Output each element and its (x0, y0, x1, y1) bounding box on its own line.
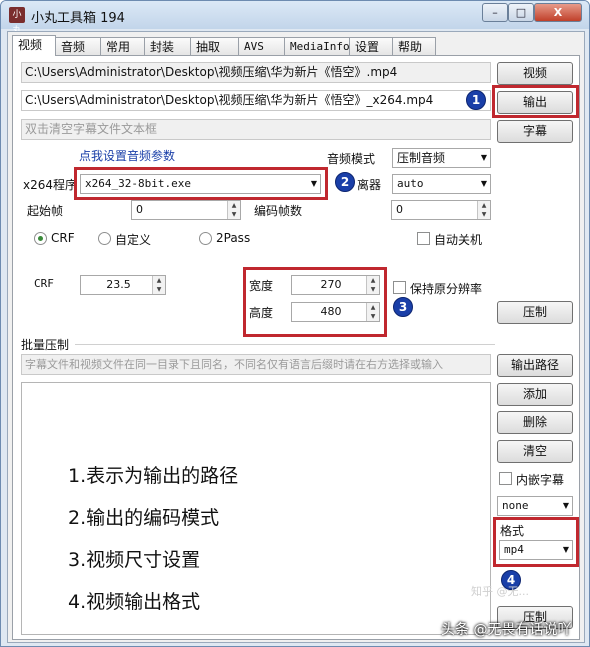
mode-custom-radio[interactable] (98, 232, 111, 245)
chevron-down-icon: ▼ (480, 179, 487, 188)
highlight-box-size (243, 267, 387, 337)
note-2: 2.输出的编码模式 (68, 507, 220, 529)
highlight-box-encoder (74, 167, 328, 200)
output-file-field[interactable]: C:\Users\Administrator\Desktop\视频压缩\华为新片… (21, 90, 491, 111)
crf-value: 23.5 (106, 278, 131, 291)
client-area: 视频 音频 常用 封装 抽取 AVS MediaInfo 设置 帮助 C:\Us… (7, 31, 585, 643)
note-4: 4.视频输出格式 (68, 591, 201, 613)
note-1: 1.表示为输出的路径 (68, 465, 239, 487)
mode-2pass-radio[interactable] (199, 232, 212, 245)
badge-1: 1 (466, 90, 486, 110)
tab-avs[interactable]: AVS (238, 37, 285, 56)
embed-subtitle-label: 内嵌字幕 (516, 473, 565, 487)
batch-hint-field[interactable]: 字幕文件和视频文件在同一目录下且同名，不同名仅有语言后缀时请在右方选择或输入 (21, 354, 491, 375)
start-frame-value: 0 (136, 203, 143, 216)
batch-group-title: 批量压制 (21, 338, 70, 352)
mode-crf-radio[interactable] (34, 232, 47, 245)
tab-video[interactable]: 视频 (12, 35, 56, 56)
badge-3: 3 (393, 297, 413, 317)
subtitle-file-field[interactable]: 双击清空字幕文件文本框 (21, 119, 491, 140)
window-title: 小丸工具箱 194 (31, 11, 125, 26)
output-path-button[interactable]: 输出路径 (497, 354, 573, 377)
subtitle-lang-value: none (502, 499, 529, 512)
mode-2pass-label: 2Pass (216, 231, 251, 245)
frame-count-value: 0 (396, 203, 403, 216)
splitter-value: auto (397, 177, 424, 190)
tab-audio[interactable]: 音频 (55, 37, 101, 56)
crf-spinner[interactable]: 23.5 ▲ ▼ (80, 275, 166, 295)
tab-strip: 视频 音频 常用 封装 抽取 AVS MediaInfo 设置 帮助 (12, 35, 436, 56)
video-button[interactable]: 视频 (497, 62, 573, 85)
tab-settings[interactable]: 设置 (349, 37, 393, 56)
spin-arrows-icon[interactable]: ▲ ▼ (477, 201, 490, 219)
maximize-button[interactable]: □ (508, 3, 534, 22)
spin-arrows-icon[interactable]: ▲ ▼ (227, 201, 240, 219)
mode-custom-label: 自定义 (115, 233, 152, 247)
frame-count-label: 编码帧数 (254, 204, 303, 218)
auto-shutdown-checkbox[interactable] (417, 232, 430, 245)
frame-count-spinner[interactable]: 0 ▲ ▼ (391, 200, 491, 220)
app-window: 小丸 小丸工具箱 194 – □ X 视频 音频 常用 封装 抽取 AVS Me… (0, 0, 590, 647)
tab-common[interactable]: 常用 (100, 37, 145, 56)
x264-program-label: x264程序 (23, 178, 78, 192)
highlight-box-format (493, 517, 579, 567)
keep-resolution-label: 保持原分辨率 (410, 282, 483, 296)
keep-resolution-checkbox[interactable] (393, 281, 406, 294)
chevron-down-icon: ▼ (562, 501, 569, 510)
mode-crf-label: CRF (51, 231, 75, 245)
audio-mode-value: 压制音频 (397, 151, 446, 165)
watermark-text: 头条 @无畏有话说吖 (441, 622, 572, 638)
tab-help[interactable]: 帮助 (392, 37, 436, 56)
start-frame-label: 起始帧 (27, 204, 64, 218)
batch-file-list[interactable]: 1.表示为输出的路径 2.输出的编码模式 3.视频尺寸设置 4.视频输出格式 (21, 382, 491, 635)
add-button[interactable]: 添加 (497, 383, 573, 406)
tab-extract[interactable]: 抽取 (190, 37, 239, 56)
start-frame-spinner[interactable]: 0 ▲ ▼ (131, 200, 241, 220)
close-button[interactable]: X (534, 3, 582, 22)
splitter-select[interactable]: auto ▼ (392, 174, 491, 194)
clear-button[interactable]: 清空 (497, 440, 573, 463)
subtitle-button[interactable]: 字幕 (497, 120, 573, 143)
chevron-down-icon: ▼ (480, 153, 487, 162)
audio-mode-label: 音频模式 (327, 152, 376, 166)
app-icon: 小丸 (9, 7, 25, 36)
tab-mediainfo[interactable]: MediaInfo (284, 37, 350, 56)
auto-shutdown-label: 自动关机 (434, 233, 483, 247)
video-tab-panel: C:\Users\Administrator\Desktop\视频压缩\华为新片… (12, 55, 580, 640)
subtitle-lang-select[interactable]: none ▼ (497, 496, 573, 516)
highlight-box-output (492, 85, 579, 118)
audio-mode-select[interactable]: 压制音频 ▼ (392, 148, 491, 168)
badge-2: 2 (335, 172, 355, 192)
title-bar[interactable]: 小丸 小丸工具箱 194 – □ X (1, 1, 589, 36)
tab-mux[interactable]: 封装 (144, 37, 191, 56)
encode-button[interactable]: 压制 (497, 301, 573, 324)
embed-subtitle-checkbox[interactable] (499, 472, 512, 485)
crf-label: CRF (34, 277, 54, 290)
spin-arrows-icon[interactable]: ▲ ▼ (152, 276, 165, 294)
group-divider (75, 344, 495, 345)
watermark-faint: 知乎 @无... (471, 585, 529, 598)
note-3: 3.视频尺寸设置 (68, 549, 201, 571)
audio-settings-link[interactable]: 点我设置音频参数 (79, 147, 175, 164)
delete-button[interactable]: 删除 (497, 411, 573, 434)
input-file-field[interactable]: C:\Users\Administrator\Desktop\视频压缩\华为新片… (21, 62, 491, 83)
splitter-label: 离器 (357, 178, 382, 192)
minimize-button[interactable]: – (482, 3, 508, 22)
